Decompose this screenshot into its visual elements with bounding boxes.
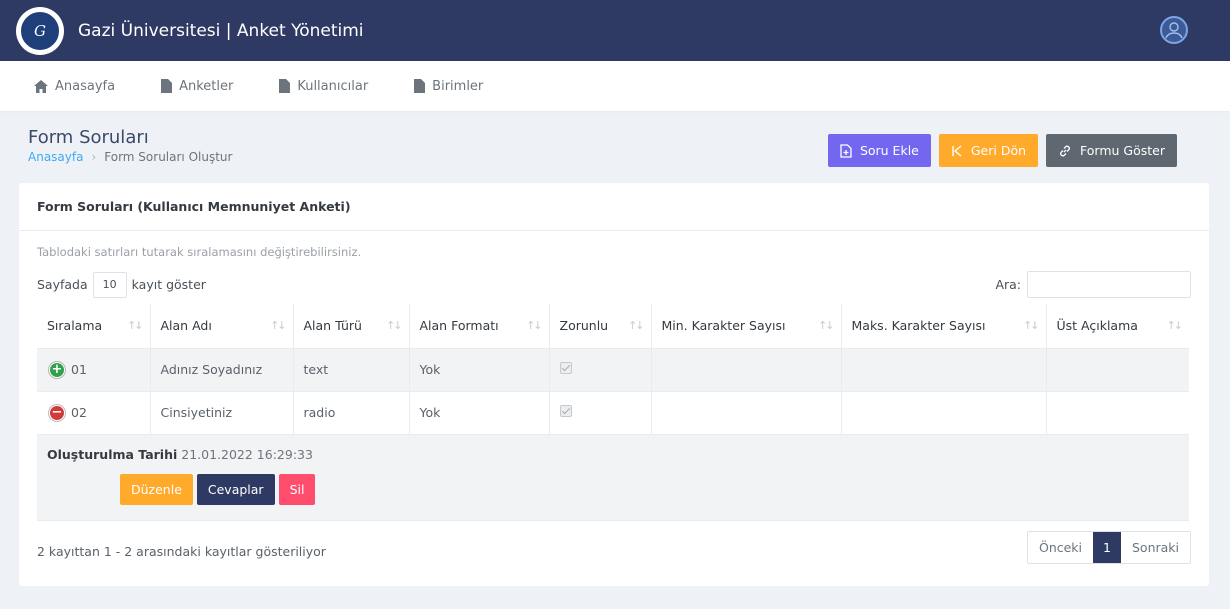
answers-button[interactable]: Cevaplar (196, 473, 275, 505)
row-min (651, 348, 842, 392)
sort-icon: ↑↓ (526, 319, 543, 332)
search-input[interactable] (1027, 271, 1191, 298)
row-min (651, 391, 842, 435)
expand-icon[interactable]: + (49, 361, 65, 378)
main-nav: Anasayfa Anketler Kullanıcılar Birimler (0, 61, 1230, 111)
column-header-description[interactable]: Üst Açıklama ↑↓ (1046, 304, 1189, 349)
column-header-min-chars[interactable]: Min. Karakter Sayısı ↑↓ (651, 304, 842, 349)
home-icon (34, 79, 48, 93)
card-body: Tablodaki satırları tutarak sıralamasını… (19, 245, 1209, 564)
link-icon (1060, 145, 1070, 156)
file-icon (414, 79, 426, 93)
page-header: Form Soruları Anasayfa › Form Soruları O… (0, 111, 1230, 181)
column-header-order[interactable]: Sıralama ↑↓ (37, 304, 151, 349)
sort-icon: ↑↓ (818, 319, 835, 332)
created-value: 21.01.2022 16:29:33 (181, 446, 313, 462)
row-name: Adınız Soyadınız (150, 348, 294, 392)
length-suffix: kayıt göster (131, 277, 206, 292)
logo-emblem-icon: G (19, 9, 61, 52)
sort-icon: ↑↓ (1166, 319, 1184, 332)
nav-item-label: Anasayfa (55, 78, 116, 94)
required-checkbox (559, 362, 572, 374)
created-date: Oluşturulma Tarihi 21.01.2022 16:29:33 (47, 447, 1179, 462)
file-icon (279, 79, 291, 93)
breadcrumb-home-link[interactable]: Anasayfa (28, 150, 83, 164)
pagination: Önceki 1 Sonraki (1026, 530, 1191, 564)
page-length-select[interactable]: 10 (92, 271, 127, 298)
nav-item-surveys[interactable]: Anketler (161, 79, 233, 94)
length-prefix: Sayfada (37, 277, 88, 292)
column-header-name[interactable]: Alan Adı ↑↓ (150, 304, 294, 349)
table-header-row: Sıralama ↑↓ Alan Adı ↑↓ Alan Türü ↑↓ Alan F… (37, 304, 1189, 349)
row-description (1046, 391, 1189, 435)
top-bar: G Gazi Üniversitesi | Anket Yönetimi (0, 0, 1230, 61)
next-page-button[interactable]: Sonraki (1121, 532, 1190, 563)
university-logo[interactable]: G (16, 6, 64, 55)
reorder-hint: Tablodaki satırları tutarak sıralamasını… (37, 245, 362, 259)
row-name: Cinsiyetiniz (150, 391, 294, 435)
header-actions: Soru Ekle Geri Dön Formu Göster (827, 134, 1177, 167)
row-order: 02 (71, 405, 87, 420)
row-order: 01 (71, 362, 87, 377)
add-question-button[interactable]: Soru Ekle (827, 134, 931, 167)
row-detail: Oluşturulma Tarihi 21.01.2022 16:29:33 D… (37, 434, 1189, 521)
questions-table: Sıralama ↑↓ Alan Adı ↑↓ Alan Türü ↑↓ Alan F… (37, 304, 1189, 521)
show-form-label: Formu Göster (1080, 143, 1165, 158)
nav-item-units[interactable]: Birimler (414, 79, 483, 94)
column-header-max-chars[interactable]: Maks. Karakter Sayısı ↑↓ (841, 304, 1047, 349)
row-actions: Düzenle Cevaplar Sil (120, 473, 1179, 505)
add-question-label: Soru Ekle (859, 143, 919, 158)
table-info: 2 kayıttan 1 - 2 arasındaki kayıtlar gös… (37, 543, 326, 559)
column-header-type[interactable]: Alan Türü ↑↓ (293, 304, 410, 349)
sort-icon: ↑↓ (270, 319, 287, 332)
sort-icon: ↑↓ (628, 319, 645, 332)
nav-item-users[interactable]: Kullanıcılar (279, 79, 368, 94)
search-label: Ara: (995, 277, 1021, 292)
card-title: Form Soruları (Kullanıcı Memnuniyet Anke… (19, 183, 1209, 231)
row-format: Yok (409, 391, 550, 435)
row-description (1046, 348, 1189, 392)
row-max (841, 348, 1047, 392)
sort-asc-icon: ↑↓ (127, 319, 144, 332)
breadcrumb-current: Form Soruları Oluştur (104, 150, 233, 164)
nav-item-label: Birimler (432, 78, 484, 94)
nav-item-home[interactable]: Anasayfa (34, 79, 115, 94)
sort-icon: ↑↓ (386, 319, 403, 332)
skip-back-icon (952, 144, 962, 157)
table-row[interactable]: −02 Cinsiyetiniz radio Yok (37, 391, 1189, 435)
table-search: Ara: (995, 271, 1191, 298)
table-footer: 2 kayıttan 1 - 2 arasındaki kayıtlar gös… (37, 530, 1191, 564)
back-label: Geri Dön (970, 143, 1027, 158)
app-title: Gazi Üniversitesi | Anket Yönetimi (78, 20, 364, 41)
user-icon (1165, 22, 1183, 39)
row-type: text (293, 348, 410, 392)
show-form-button[interactable]: Formu Göster (1046, 134, 1177, 167)
required-checkbox (559, 405, 572, 417)
sort-icon: ↑↓ (1023, 319, 1040, 332)
nav-item-label: Anketler (179, 78, 234, 94)
questions-card: Form Soruları (Kullanıcı Memnuniyet Anke… (19, 183, 1209, 586)
page-1-button[interactable]: 1 (1093, 531, 1121, 563)
user-avatar[interactable] (1160, 16, 1188, 44)
table-controls: Sayfada 10 kayıt göster Ara: (37, 271, 1191, 298)
created-label: Oluşturulma Tarihi (47, 446, 178, 462)
column-header-format[interactable]: Alan Formatı ↑↓ (409, 304, 550, 349)
page-length: Sayfada 10 kayıt göster (37, 271, 206, 298)
delete-button[interactable]: Sil (278, 473, 316, 505)
table-row[interactable]: +01 Adınız Soyadınız text Yok (37, 348, 1189, 392)
edit-button[interactable]: Düzenle (120, 473, 193, 505)
file-icon (161, 79, 173, 93)
row-format: Yok (409, 348, 550, 392)
chevron-right-icon: › (91, 150, 97, 164)
collapse-icon[interactable]: − (49, 404, 65, 421)
nav-item-label: Kullanıcılar (297, 78, 369, 94)
file-plus-icon (840, 143, 852, 158)
back-button[interactable]: Geri Dön (938, 134, 1039, 167)
prev-page-button[interactable]: Önceki (1028, 532, 1093, 563)
row-type: radio (293, 391, 410, 435)
row-max (841, 391, 1047, 435)
column-header-required[interactable]: Zorunlu ↑↓ (549, 304, 652, 349)
